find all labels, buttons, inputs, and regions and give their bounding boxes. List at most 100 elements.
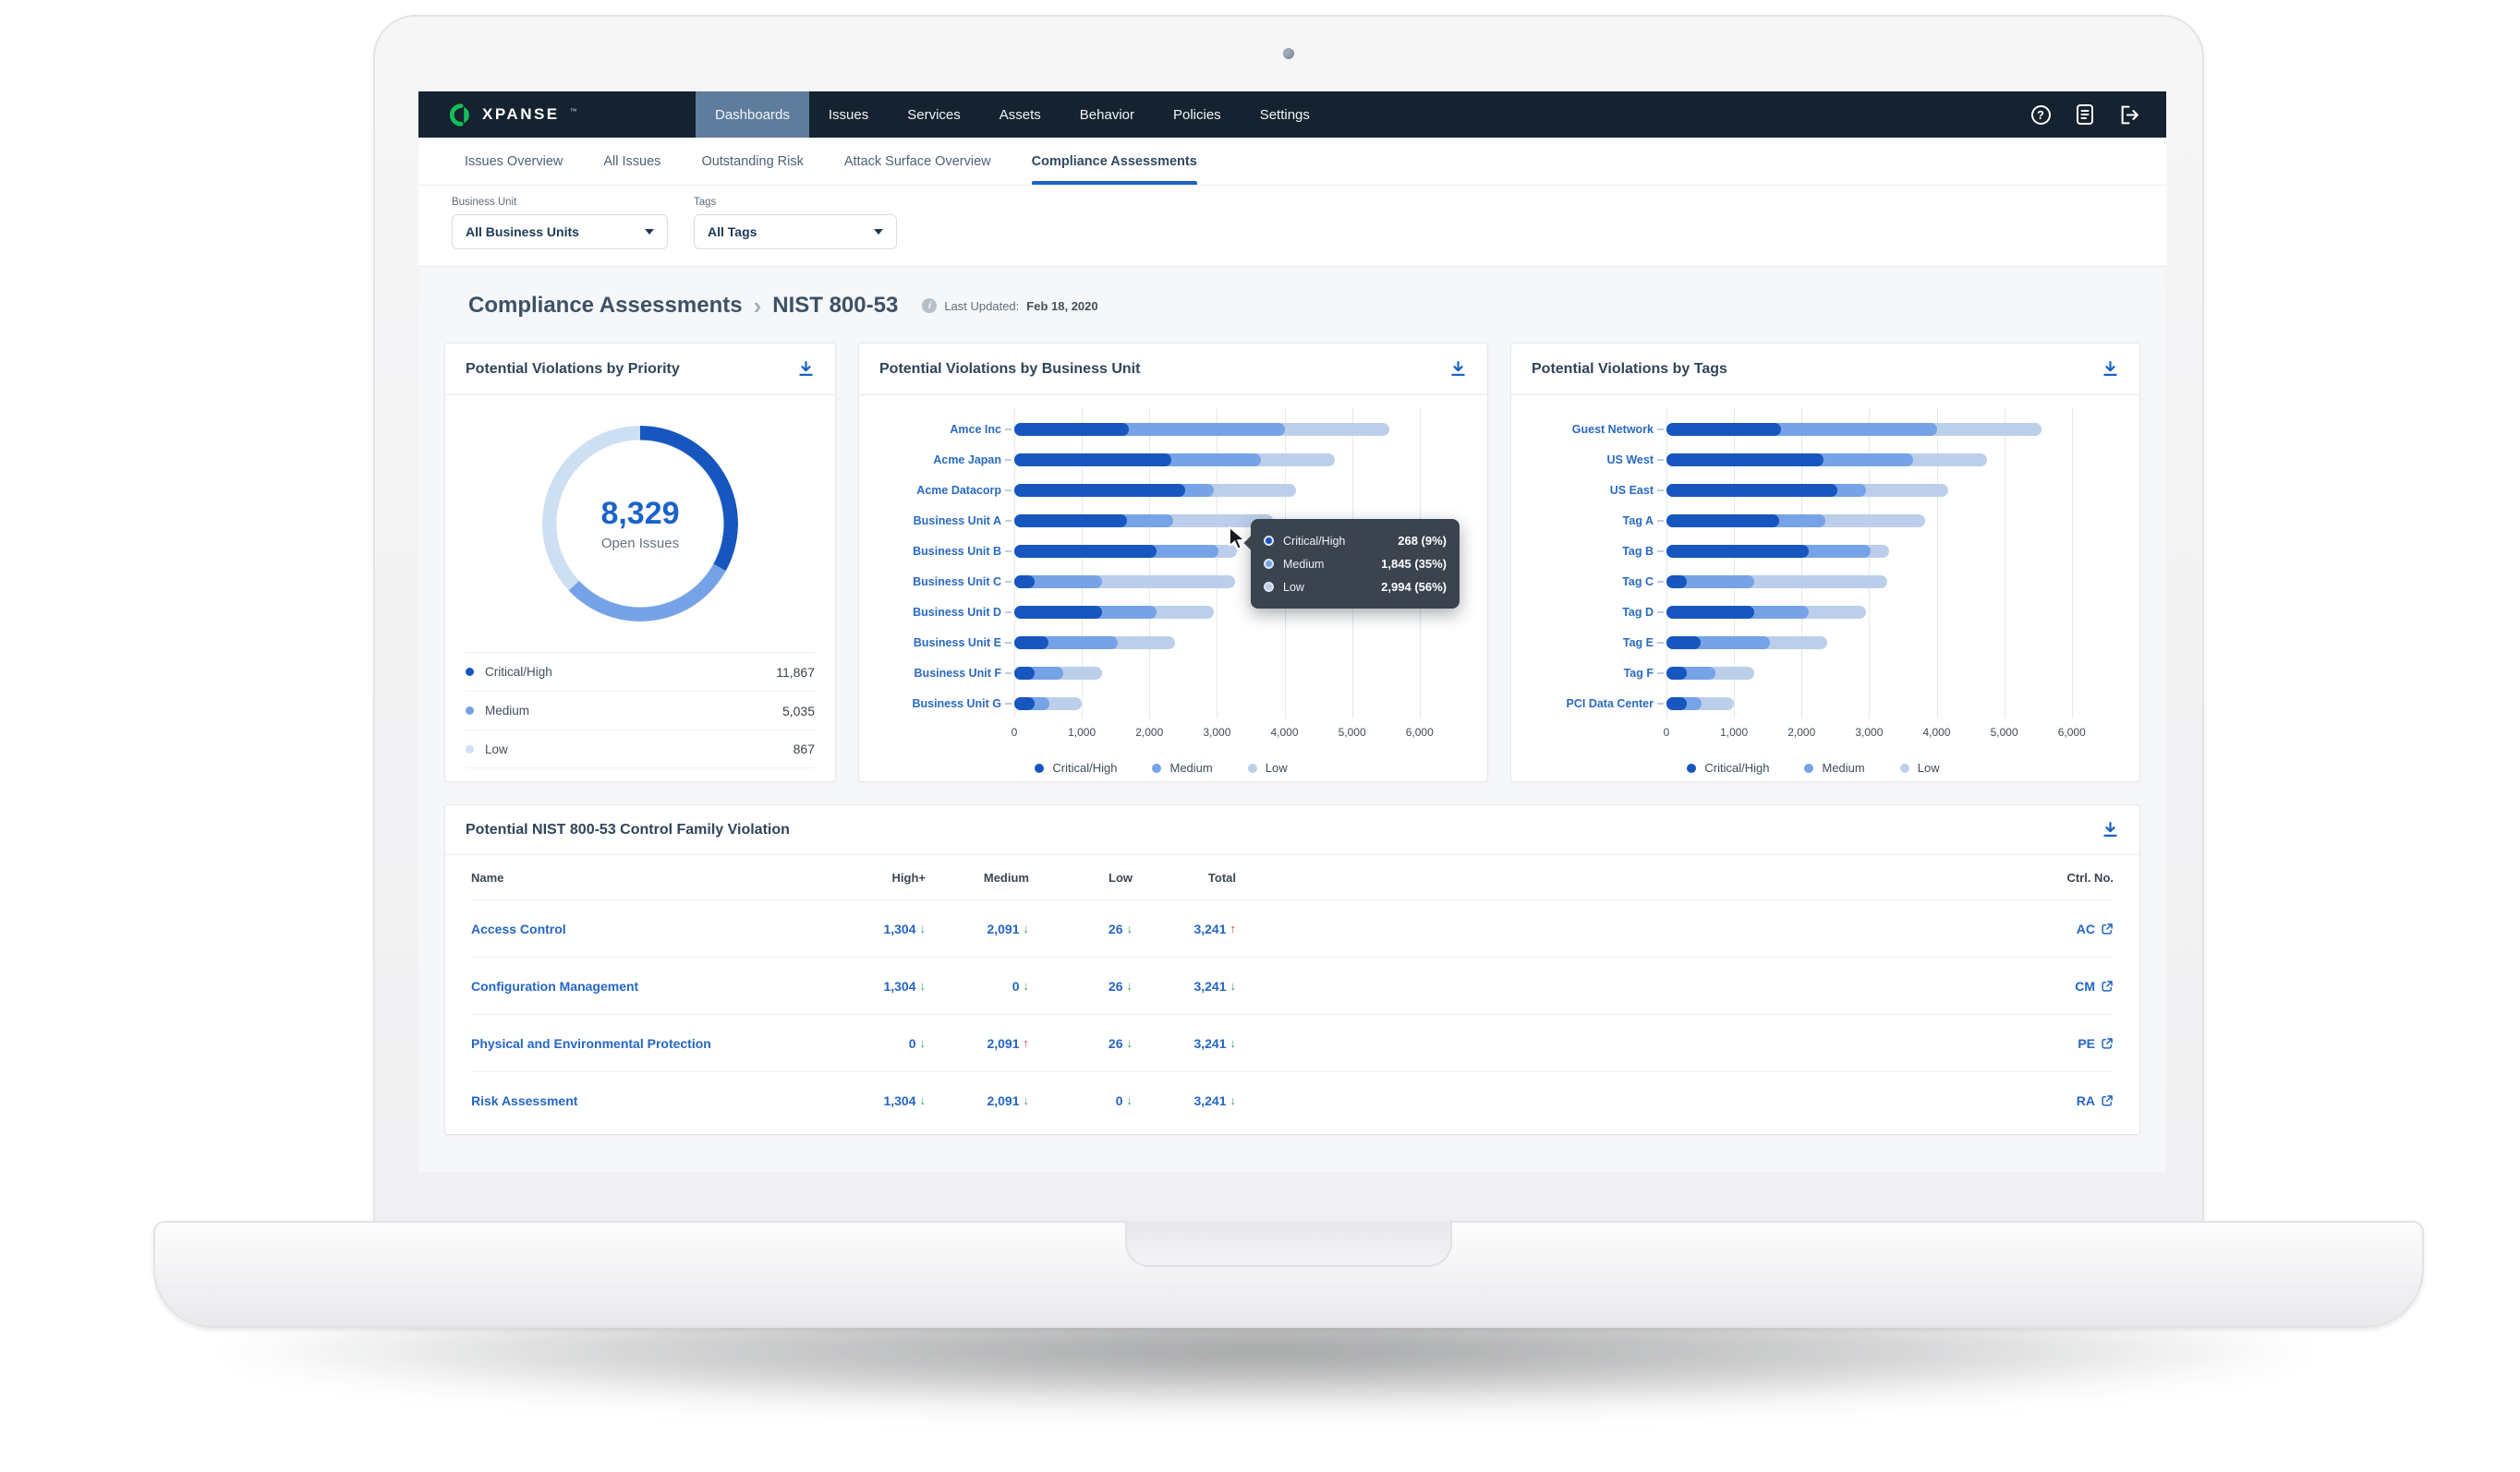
x-axis-tick: 3,000 bbox=[1855, 726, 1883, 739]
charts-row: Potential Violations by Priority 8,329 O… bbox=[444, 343, 2140, 782]
tooltip-dot bbox=[1264, 536, 1274, 546]
bar-segment-critical-high bbox=[1014, 453, 1171, 466]
category-label[interactable]: Business Unit B bbox=[876, 536, 1001, 566]
nav-item-assets[interactable]: Assets bbox=[980, 91, 1060, 138]
cell-value: 26 bbox=[1109, 922, 1123, 936]
bar-row[interactable] bbox=[1666, 597, 2099, 627]
bar-row[interactable] bbox=[1014, 688, 1447, 718]
bar-row[interactable] bbox=[1666, 475, 2099, 505]
category-label[interactable]: PCI Data Center bbox=[1528, 688, 1654, 718]
ctrl-no-cell: PE bbox=[2030, 1036, 2114, 1051]
category-label[interactable]: Tag F bbox=[1528, 658, 1654, 688]
last-updated: i Last Updated: Feb 18, 2020 bbox=[922, 298, 1097, 313]
tab-compliance-assessments[interactable]: Compliance Assessments bbox=[1032, 138, 1197, 185]
category-label[interactable]: Tag A bbox=[1528, 505, 1654, 536]
category-label[interactable]: Acme Datacorp bbox=[876, 475, 1001, 505]
category-label[interactable]: Amce Inc bbox=[876, 414, 1001, 444]
category-label[interactable]: US West bbox=[1528, 444, 1654, 475]
download-icon[interactable] bbox=[2102, 821, 2119, 839]
x-axis-tick: 2,000 bbox=[1787, 726, 1815, 739]
category-label[interactable]: Tag D bbox=[1528, 597, 1654, 627]
bar-row[interactable] bbox=[1014, 475, 1447, 505]
ctrl-link[interactable]: CM bbox=[2075, 979, 2114, 994]
bar-row[interactable] bbox=[1666, 627, 2099, 658]
bar-row[interactable] bbox=[1666, 414, 2099, 444]
nav-item-behavior[interactable]: Behavior bbox=[1060, 91, 1154, 138]
tooltip-row: Critical/High268 (9%) bbox=[1264, 529, 1447, 552]
x-axis-tick: 0 bbox=[1664, 726, 1670, 739]
tooltip-value: 2,994 (56%) bbox=[1381, 580, 1447, 594]
download-icon[interactable] bbox=[2102, 360, 2119, 378]
business-unit-select[interactable]: All Business Units bbox=[452, 214, 668, 249]
table-header-row: NameHigh+MediumLowTotalCtrl. No. bbox=[471, 855, 2114, 899]
category-label[interactable]: Business Unit F bbox=[876, 658, 1001, 688]
bar-row[interactable] bbox=[1014, 444, 1447, 475]
page-body: Compliance Assessments › NIST 800-53 i L… bbox=[418, 267, 2166, 1135]
category-label[interactable]: Tag C bbox=[1528, 566, 1654, 597]
bar-row[interactable] bbox=[1666, 444, 2099, 475]
ctrl-link[interactable]: RA bbox=[2077, 1093, 2114, 1108]
legend-value: 5,035 bbox=[782, 704, 815, 718]
tab-outstanding-risk[interactable]: Outstanding Risk bbox=[701, 138, 803, 185]
axis-plot: 01,0002,0003,0004,0005,0006,000 bbox=[1014, 718, 1447, 744]
laptop-camera bbox=[1283, 48, 1294, 59]
low-cell: 26↓ bbox=[1029, 1036, 1133, 1051]
donut-chart-area: 8,329 Open Issues bbox=[445, 395, 835, 652]
bar-row[interactable] bbox=[1666, 566, 2099, 597]
external-link-icon bbox=[2101, 923, 2114, 935]
caret-down-icon bbox=[645, 229, 654, 235]
low-cell: 26↓ bbox=[1029, 922, 1133, 936]
bar-segment-critical-high bbox=[1014, 575, 1035, 588]
tags-select[interactable]: All Tags bbox=[694, 214, 897, 249]
bar-segment-critical-high bbox=[1014, 484, 1185, 497]
category-label[interactable]: Tag B bbox=[1528, 536, 1654, 566]
high-cell: 1,304↓ bbox=[822, 922, 926, 936]
category-label[interactable]: Acme Japan bbox=[876, 444, 1001, 475]
bar-row[interactable] bbox=[1666, 505, 2099, 536]
tab-issues-overview[interactable]: Issues Overview bbox=[465, 138, 563, 185]
legend-label: Critical/High bbox=[1704, 761, 1769, 775]
axis-tick-mark bbox=[1005, 658, 1012, 688]
category-label[interactable]: Business Unit G bbox=[876, 688, 1001, 718]
tags-card-title: Potential Violations by Tags bbox=[1532, 361, 1727, 378]
release-notes-icon[interactable] bbox=[2074, 103, 2096, 126]
bar-row[interactable] bbox=[1014, 658, 1447, 688]
nav-item-issues[interactable]: Issues bbox=[809, 91, 888, 138]
category-label[interactable]: Business Unit C bbox=[876, 566, 1001, 597]
bar-row[interactable] bbox=[1014, 627, 1447, 658]
nav-item-policies[interactable]: Policies bbox=[1154, 91, 1241, 138]
category-label[interactable]: Tag E bbox=[1528, 627, 1654, 658]
bar-row[interactable] bbox=[1666, 536, 2099, 566]
download-icon[interactable] bbox=[797, 360, 815, 378]
axis-tick-mark bbox=[1657, 688, 1664, 718]
category-label[interactable]: Guest Network bbox=[1528, 414, 1654, 444]
category-label[interactable]: US East bbox=[1528, 475, 1654, 505]
bar-row[interactable] bbox=[1666, 658, 2099, 688]
ctrl-link[interactable]: AC bbox=[2077, 922, 2114, 936]
total-cell: 3,241↓ bbox=[1133, 1036, 1236, 1051]
column-header-medium: Medium bbox=[926, 871, 1029, 885]
tab-all-issues[interactable]: All Issues bbox=[603, 138, 660, 185]
ctrl-link[interactable]: PE bbox=[2078, 1036, 2114, 1051]
brand-mark-icon bbox=[450, 103, 473, 127]
control-family-link[interactable]: Physical and Environmental Protection bbox=[471, 1036, 711, 1051]
download-icon[interactable] bbox=[1449, 360, 1467, 378]
priority-card: Potential Violations by Priority 8,329 O… bbox=[444, 343, 836, 782]
category-label[interactable]: Business Unit E bbox=[876, 627, 1001, 658]
help-icon[interactable]: ? bbox=[2029, 103, 2052, 126]
column-header-ctrlno: Ctrl. No. bbox=[2030, 871, 2114, 885]
category-label[interactable]: Business Unit D bbox=[876, 597, 1001, 627]
bar-row[interactable] bbox=[1014, 414, 1447, 444]
nav-item-services[interactable]: Services bbox=[888, 91, 980, 138]
logout-icon[interactable] bbox=[2118, 103, 2140, 126]
control-family-link[interactable]: Configuration Management bbox=[471, 979, 638, 994]
control-family-link[interactable]: Risk Assessment bbox=[471, 1093, 577, 1108]
control-family-link[interactable]: Access Control bbox=[471, 922, 566, 936]
brand-logo[interactable]: XPANSE ™ bbox=[418, 91, 696, 138]
bar-row[interactable] bbox=[1666, 688, 2099, 718]
tab-attack-surface-overview[interactable]: Attack Surface Overview bbox=[844, 138, 991, 185]
category-label[interactable]: Business Unit A bbox=[876, 505, 1001, 536]
breadcrumb: Compliance Assessments › NIST 800-53 i L… bbox=[468, 293, 2140, 319]
nav-item-dashboards[interactable]: Dashboards bbox=[696, 91, 809, 138]
nav-item-settings[interactable]: Settings bbox=[1241, 91, 1329, 138]
